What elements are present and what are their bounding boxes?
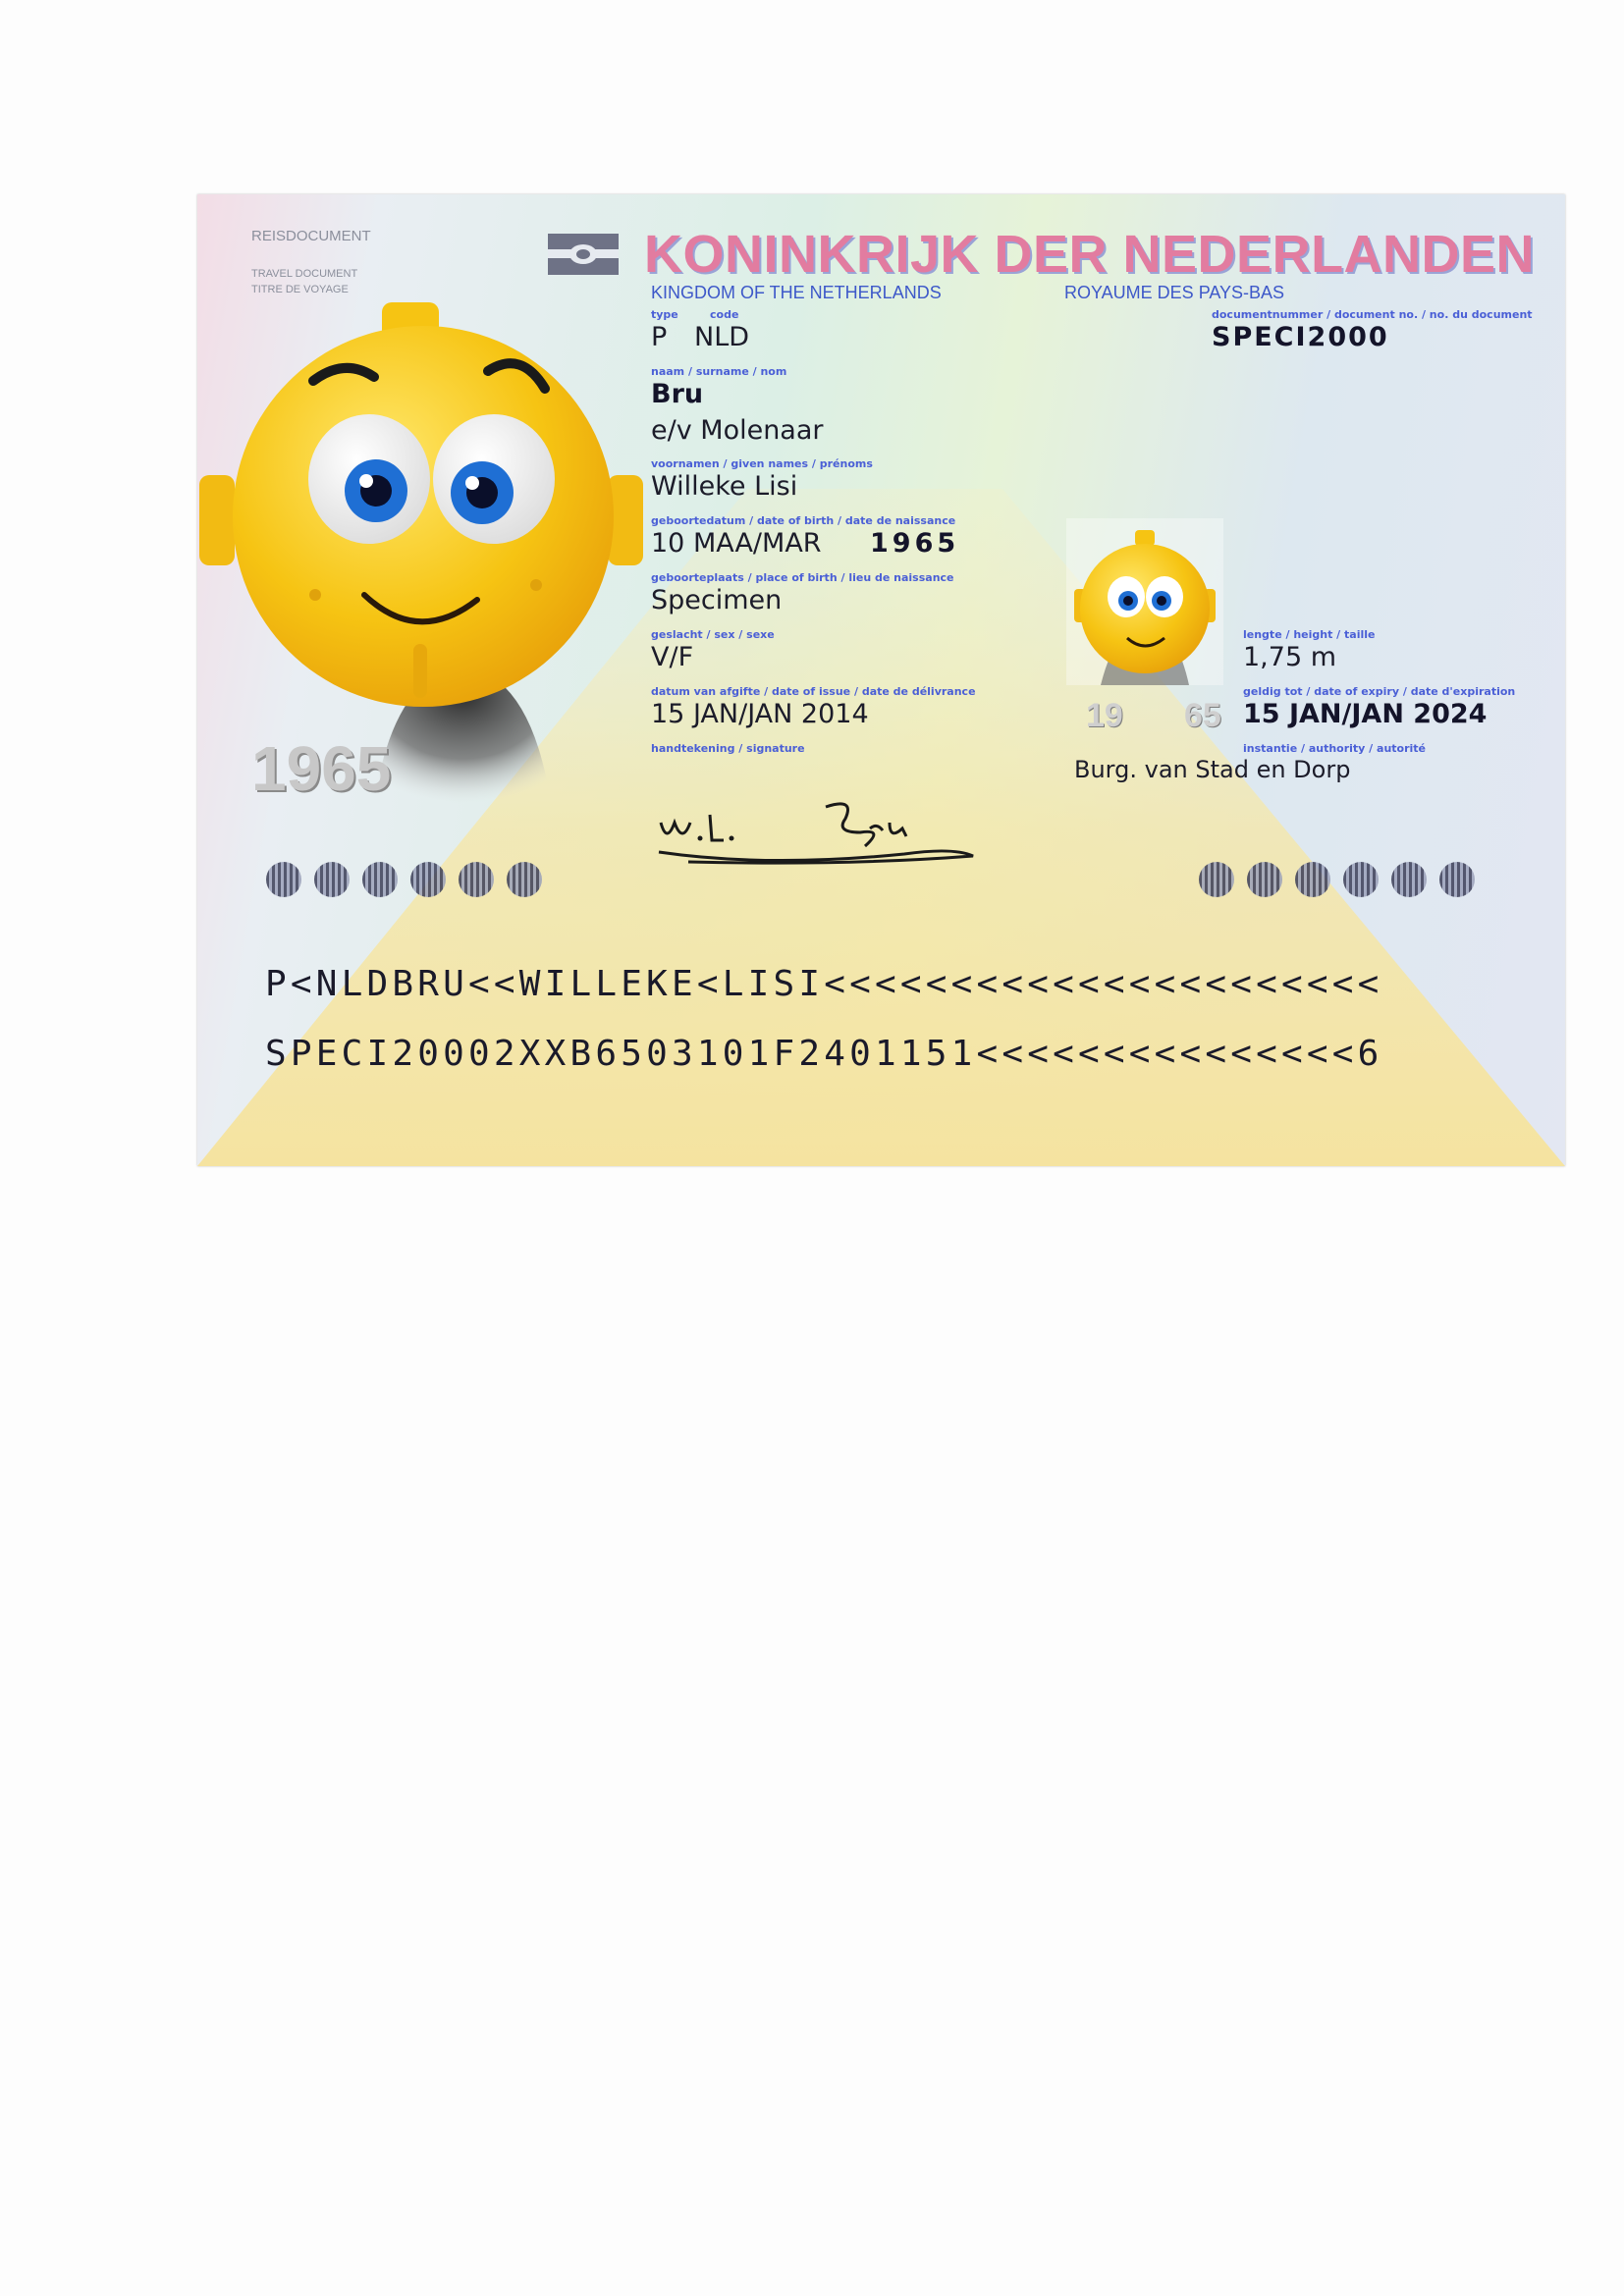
- small-year-right: 65: [1184, 697, 1221, 734]
- small-emoji-face-icon: [1066, 518, 1223, 685]
- reisdocument-label: REISDOCUMENT: [251, 228, 371, 244]
- docnum-value: SPECI2000: [1212, 322, 1389, 352]
- biometric-chip-icon: [548, 234, 619, 275]
- security-dot: [362, 862, 398, 897]
- surname-value: Bru: [651, 379, 704, 409]
- sex-value: V/F: [651, 642, 694, 672]
- emoji-face-icon: [199, 302, 643, 707]
- security-dot: [1343, 862, 1379, 897]
- authority-value: Burg. van Stad en Dorp: [1074, 756, 1351, 783]
- given-names-label: voornamen / given names / prénoms: [651, 457, 873, 470]
- height-value: 1,75 m: [1243, 642, 1337, 672]
- expiry-value: 15 JAN/JAN 2024: [1243, 699, 1488, 729]
- titre-de-voyage-label: TITRE DE VOYAGE: [251, 284, 349, 295]
- code-value: NLD: [694, 322, 750, 352]
- passport-data-page: REISDOCUMENT TRAVEL DOCUMENT TITRE DE VO…: [197, 194, 1565, 1166]
- security-dot: [266, 862, 301, 897]
- security-dot: [459, 862, 494, 897]
- security-dot: [1295, 862, 1330, 897]
- mrz-line-2: SPECI20002XXB6503101F2401151<<<<<<<<<<<<…: [265, 1034, 1383, 1074]
- given-names-value: Willeke Lisi: [651, 471, 798, 502]
- dob-value: 10 MAA/MAR: [651, 528, 822, 559]
- kingdom-en: KINGDOM OF THE NETHERLANDS: [651, 283, 942, 302]
- issue-date-value: 15 JAN/JAN 2014: [651, 699, 869, 729]
- dob-year: 1965: [870, 528, 960, 559]
- docnum-label: documentnummer / document no. / no. du d…: [1212, 308, 1533, 321]
- issue-date-label: datum van afgifte / date of issue / date…: [651, 685, 976, 698]
- type-label: type: [651, 308, 678, 321]
- surname-line2: e/v Molenaar: [651, 415, 824, 446]
- security-dot: [410, 862, 446, 897]
- dob-label: geboortedatum / date of birth / date de …: [651, 514, 956, 527]
- height-label: lengte / height / taille: [1243, 628, 1376, 641]
- small-year-left: 19: [1086, 697, 1123, 734]
- country-title: KONINKRIJK DER NEDERLANDEN: [644, 225, 1536, 284]
- authority-label: instantie / authority / autorité: [1243, 742, 1427, 755]
- security-dot: [1439, 862, 1475, 897]
- code-label: code: [710, 308, 739, 321]
- mrz-line-1: P<NLDBRU<<WILLEKE<LISI<<<<<<<<<<<<<<<<<<…: [265, 964, 1383, 1004]
- surname-label: naam / surname / nom: [651, 365, 787, 378]
- security-dot: [314, 862, 350, 897]
- sex-label: geslacht / sex / sexe: [651, 628, 775, 641]
- signature-label: handtekening / signature: [651, 742, 805, 755]
- pob-value: Specimen: [651, 585, 783, 615]
- security-dots-right: [1199, 862, 1475, 897]
- type-value: P: [651, 322, 668, 352]
- ghost-birth-year: 1965: [251, 733, 392, 804]
- signature-image: [658, 802, 974, 865]
- security-dot: [1199, 862, 1234, 897]
- security-dots-left: [266, 862, 542, 897]
- expiry-label: geldig tot / date of expiry / date d'exp…: [1243, 685, 1516, 698]
- security-dot: [1391, 862, 1427, 897]
- travel-document-label: TRAVEL DOCUMENT: [251, 268, 358, 280]
- kingdom-fr: ROYAUME DES PAYS-BAS: [1064, 283, 1285, 302]
- security-dot: [507, 862, 542, 897]
- security-dot: [1247, 862, 1282, 897]
- pob-label: geboorteplaats / place of birth / lieu d…: [651, 571, 954, 584]
